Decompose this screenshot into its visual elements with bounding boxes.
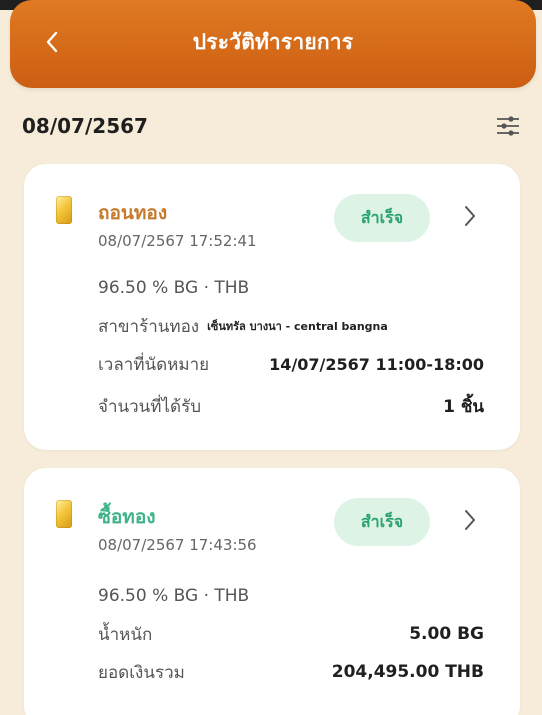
detail-button[interactable] bbox=[460, 506, 480, 534]
quantity-label: จำนวนที่ได้รับ bbox=[98, 396, 202, 417]
filter-button[interactable] bbox=[494, 112, 522, 140]
appointment-value: 14/07/2567 11:00-18:00 bbox=[269, 354, 484, 374]
status-badge: สำเร็จ bbox=[334, 498, 430, 546]
product-row: 96.50 % BG · THB bbox=[98, 582, 484, 610]
transaction-card[interactable]: ซื้อทอง 08/07/2567 17:43:56 สำเร็จ 96.50… bbox=[24, 468, 520, 715]
weight-row: น้ำหนัก 5.00 BG bbox=[98, 620, 484, 648]
detail-button[interactable] bbox=[460, 202, 480, 230]
weight-label: น้ำหนัก bbox=[98, 624, 153, 645]
product-row: 96.50 % BG · THB bbox=[98, 274, 484, 302]
product-label: 96.50 % BG · THB bbox=[98, 586, 250, 606]
page-title: ประวัติทำรายการ bbox=[192, 30, 354, 54]
app-header: ประวัติทำรายการ bbox=[10, 0, 536, 88]
transaction-datetime: 08/07/2567 17:43:56 bbox=[98, 536, 257, 554]
total-label: ยอดเงินรวม bbox=[98, 662, 185, 683]
transaction-card[interactable]: ถอนทอง 08/07/2567 17:52:41 สำเร็จ 96.50 … bbox=[24, 164, 520, 450]
transaction-type: ถอนทอง bbox=[98, 202, 168, 224]
quantity-value: 1 ชิ้น bbox=[443, 396, 484, 417]
weight-value: 5.00 BG bbox=[409, 624, 484, 644]
branch-label: สาขาร้านทอง bbox=[98, 316, 200, 337]
date-group-label: 08/07/2567 bbox=[22, 114, 148, 138]
chevron-right-icon bbox=[465, 206, 475, 226]
transaction-type: ซื้อทอง bbox=[98, 506, 156, 528]
appointment-row: เวลาที่นัดหมาย 14/07/2567 11:00-18:00 bbox=[98, 350, 484, 378]
date-group-header: 08/07/2567 bbox=[22, 112, 522, 144]
branch-row: สาขาร้านทอง เซ็นทรัล บางนา - central ban… bbox=[98, 312, 484, 340]
total-row: ยอดเงินรวม 204,495.00 THB bbox=[98, 658, 484, 686]
appointment-label: เวลาที่นัดหมาย bbox=[98, 354, 210, 375]
gold-bar-icon bbox=[56, 196, 72, 224]
branch-value: เซ็นทรัล บางนา - central bangna bbox=[207, 320, 388, 333]
filter-sliders-icon bbox=[497, 116, 519, 136]
chevron-right-icon bbox=[465, 510, 475, 530]
product-label: 96.50 % BG · THB bbox=[98, 278, 250, 298]
transaction-datetime: 08/07/2567 17:52:41 bbox=[98, 232, 257, 250]
gold-bar-icon bbox=[56, 500, 72, 528]
quantity-row: จำนวนที่ได้รับ 1 ชิ้น bbox=[98, 392, 484, 420]
total-value: 204,495.00 THB bbox=[331, 662, 484, 682]
status-badge: สำเร็จ bbox=[334, 194, 430, 242]
